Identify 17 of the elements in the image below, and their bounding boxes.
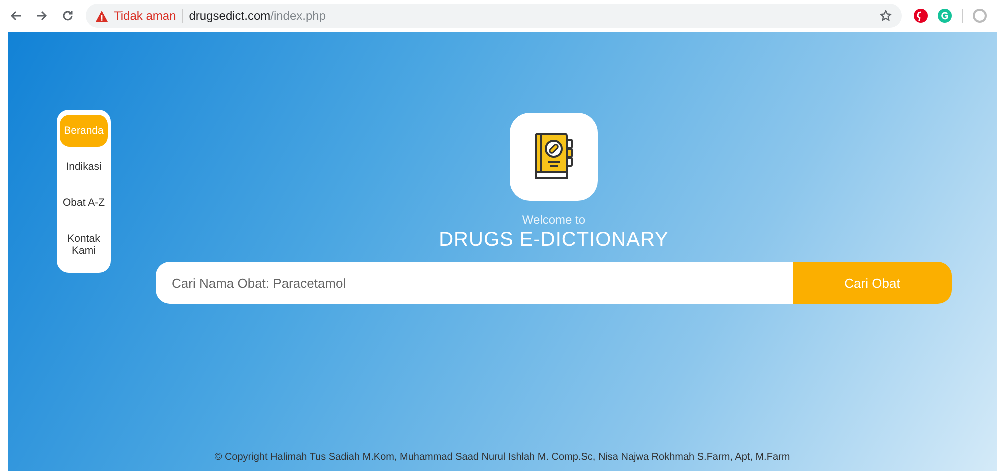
book-icon — [532, 132, 576, 182]
security-label: Tidak aman — [114, 9, 176, 23]
reload-icon[interactable] — [62, 10, 74, 22]
back-icon[interactable] — [10, 10, 22, 22]
welcome-text: Welcome to — [522, 213, 586, 227]
url-text: drugsedict.com/index.php — [189, 9, 326, 23]
pin-extension-icon[interactable] — [914, 9, 928, 23]
copyright-text: © Copyright Halimah Tus Sadiah M.Kom, Muhammad Saad Nurul Ishlah M. Comp.Sc, Nisa Najwa Rokhmah S.Farm, Apt, M.Farm — [214, 452, 792, 463]
warning-icon — [96, 10, 108, 22]
forward-icon[interactable] — [36, 10, 48, 22]
address-bar[interactable]: Tidak aman drugsedict.com/index.php — [86, 4, 902, 28]
site-title: DRUGS E-DICTIONARY — [439, 229, 669, 252]
menu-item[interactable]: Kontak Kami — [60, 223, 108, 267]
menu-item[interactable]: Indikasi — [60, 151, 108, 183]
menu-item[interactable]: Obat A-Z — [60, 187, 108, 219]
search-field[interactable]: Cari Nama Obat: Paracetamol — [156, 262, 793, 304]
star-icon[interactable] — [880, 10, 892, 22]
